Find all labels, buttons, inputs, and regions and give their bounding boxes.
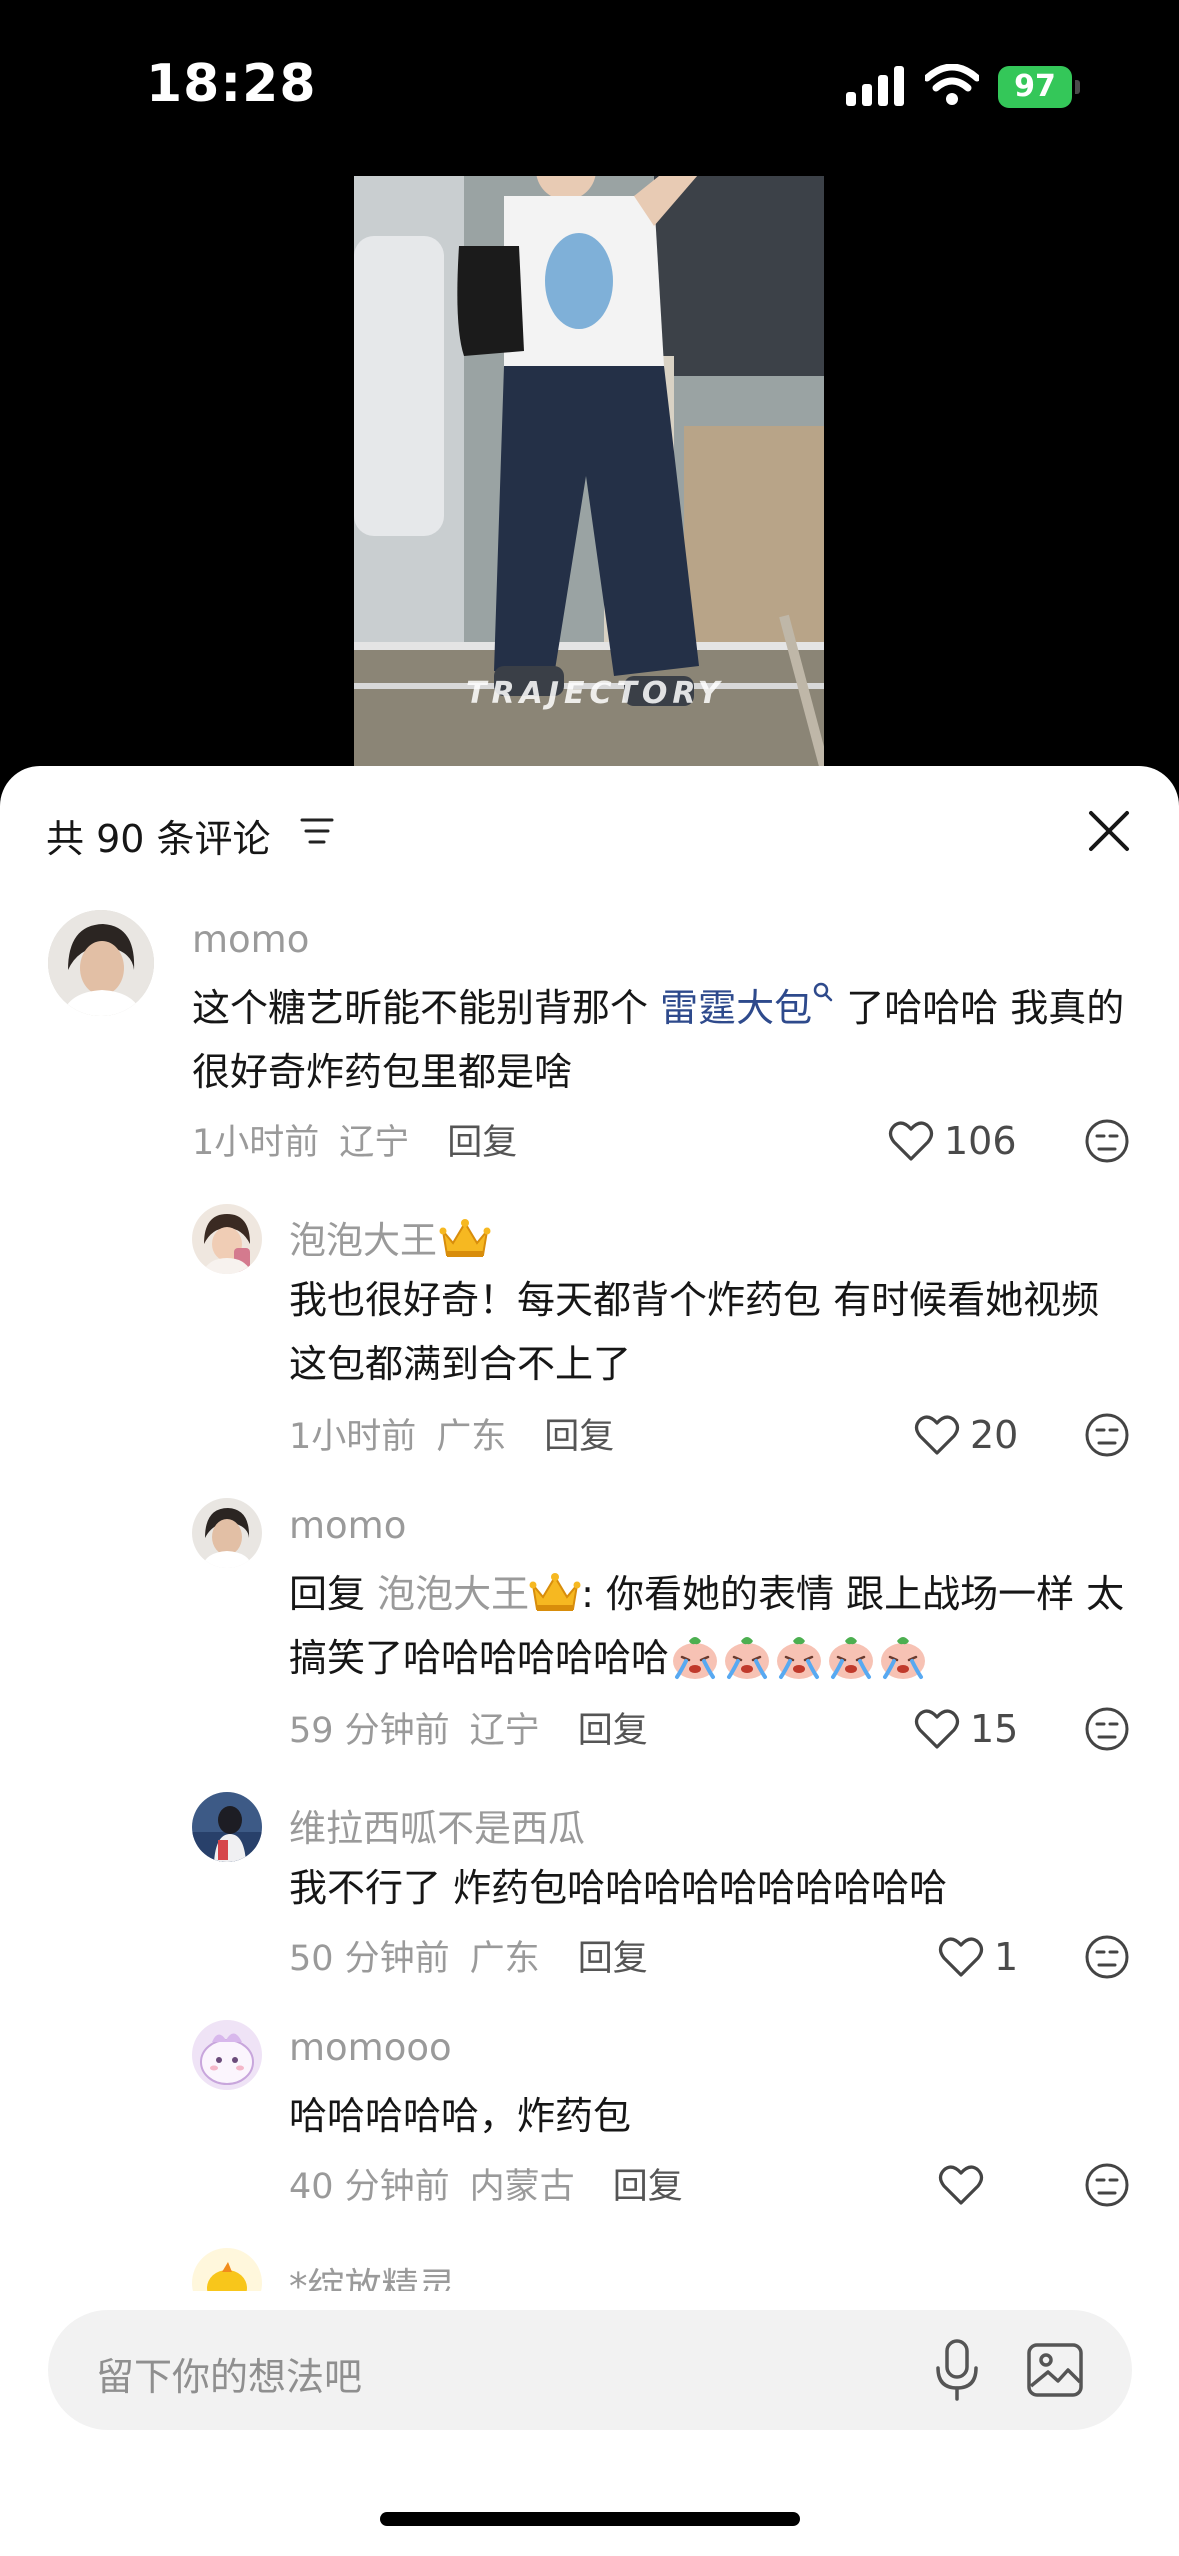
comment-username[interactable]: *绽放精灵 <box>289 2256 456 2291</box>
status-time: 18:28 <box>146 54 317 114</box>
microphone-icon[interactable] <box>930 2338 984 2402</box>
status-bar: 18:28 97 <box>0 0 1179 170</box>
battery-level: 97 <box>1014 69 1056 104</box>
wifi-icon <box>925 64 979 105</box>
reply-item: *绽放精灵 <box>0 766 1179 2291</box>
cellular-signal-icon <box>846 66 904 106</box>
battery-icon: 97 <box>998 66 1082 108</box>
video-player[interactable]: TRAJECTORY <box>354 176 824 766</box>
comment-sheet: 共 90 条评论 momo 这个糖艺昕能不能别背那个 雷霆大包 了哈哈哈 我真的… <box>0 766 1179 2556</box>
image-icon[interactable] <box>1026 2342 1084 2398</box>
avatar[interactable] <box>192 2248 262 2291</box>
comment-input[interactable]: 留下你的想法吧 <box>48 2310 1132 2430</box>
video-watermark: TRAJECTORY <box>466 676 725 711</box>
home-indicator <box>380 2512 800 2526</box>
comment-input-placeholder: 留下你的想法吧 <box>96 2355 363 2399</box>
